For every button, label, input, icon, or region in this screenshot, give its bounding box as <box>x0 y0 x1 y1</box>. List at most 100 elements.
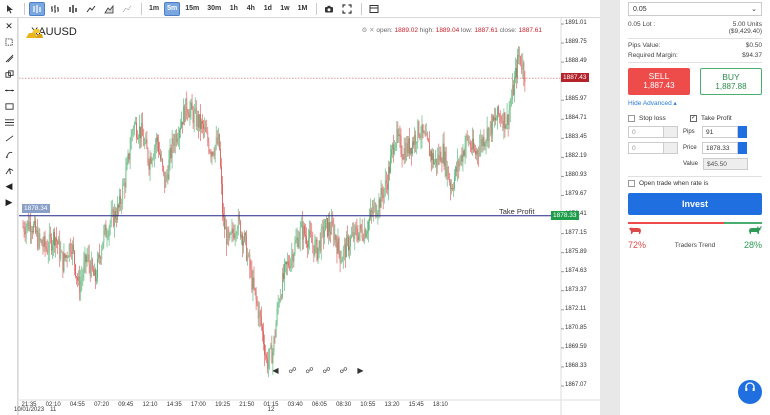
draw-right-icon[interactable]: ▶ <box>352 366 369 375</box>
buy-button[interactable]: BUY 1,887.88 <box>700 68 762 95</box>
ohlc-chart-icon[interactable] <box>47 2 63 16</box>
timeframe-5m[interactable]: 5m <box>164 1 181 16</box>
price-label: Price <box>683 145 697 152</box>
draw-channel-icon[interactable]: ☍ <box>318 366 335 375</box>
candle-body <box>263 331 264 345</box>
price-chart[interactable]: XAUUSD ⚙ ✕ open: 1889.02 high: 1889.04 l… <box>14 18 600 415</box>
candle-body <box>119 195 120 208</box>
margin-label: Required Margin: <box>628 52 678 59</box>
settings-icon[interactable]: ⚙ ✕ <box>361 27 376 34</box>
candle-body <box>99 254 100 258</box>
timeframe-15m[interactable]: 15m <box>182 2 202 16</box>
candle-body <box>442 143 444 163</box>
candle-body <box>497 106 498 120</box>
draw-fib-icon[interactable]: ☍ <box>284 366 301 375</box>
stop-loss-price-stepper[interactable] <box>664 142 678 155</box>
open-when-rate-option[interactable]: Open trade when rate is <box>628 180 762 187</box>
channel-icon[interactable] <box>0 114 18 130</box>
open-when-rate-checkbox[interactable] <box>628 180 635 188</box>
timeframe-1d[interactable]: 1d <box>260 2 275 16</box>
candle-body <box>488 127 490 142</box>
candle-body <box>68 244 70 258</box>
pointer-icon[interactable] <box>2 2 18 16</box>
candle-body <box>403 147 405 160</box>
camera-icon[interactable] <box>321 2 337 16</box>
stop-loss-pips-input[interactable]: 0 <box>628 126 664 139</box>
candle-body <box>117 204 118 220</box>
draw-left-icon[interactable]: ◀ <box>267 366 284 375</box>
amount-select[interactable]: 0.05 ⌄ <box>628 2 762 16</box>
take-profit-price-tag[interactable]: 1878.33 <box>551 210 579 220</box>
take-profit-pips-stepper[interactable] <box>738 126 747 139</box>
take-profit-option[interactable]: ✓ Take Profit <box>690 115 732 122</box>
candle-body <box>361 229 363 238</box>
dots-chart-icon[interactable] <box>119 2 135 16</box>
candle-body <box>110 212 112 223</box>
timeframe-1M[interactable]: 1M <box>295 2 311 16</box>
take-profit-price-input[interactable]: 1878.33 <box>702 142 738 155</box>
line-chart-icon[interactable] <box>83 2 99 16</box>
candle-body <box>287 261 288 265</box>
take-profit-price-stepper[interactable] <box>738 142 747 155</box>
candle-body <box>353 231 355 239</box>
rectangle-icon[interactable] <box>0 98 18 114</box>
candle-body <box>349 246 350 251</box>
stop-loss-pips-stepper[interactable] <box>664 126 678 139</box>
timeframe-30m[interactable]: 30m <box>204 2 224 16</box>
timeframe-1m[interactable]: 1m <box>146 2 162 16</box>
draw-line-icon[interactable]: ☍ <box>301 366 318 375</box>
horizontal-line-icon[interactable] <box>0 82 18 98</box>
take-profit-pips-input[interactable]: 91 <box>702 126 738 139</box>
arrow-left-icon[interactable]: ◀ <box>0 178 18 194</box>
candle-body <box>30 221 31 233</box>
take-profit-left-marker[interactable]: 1878.34 <box>22 204 50 213</box>
candle-body <box>516 68 517 78</box>
candle-body <box>289 265 291 269</box>
draw-pitch-icon[interactable]: ☍ <box>335 366 352 375</box>
candle-body <box>258 311 260 319</box>
sell-button[interactable]: SELL 1,887.43 <box>628 68 690 95</box>
pitchfork-icon[interactable] <box>0 162 18 178</box>
support-chat-button[interactable] <box>738 380 762 404</box>
high-label: high: <box>419 27 434 34</box>
buy-label: BUY <box>722 72 740 82</box>
stop-loss-price-input[interactable]: 0 <box>628 142 664 155</box>
fullscreen-icon[interactable] <box>339 2 355 16</box>
candle-body <box>307 243 308 248</box>
timeframe-1h[interactable]: 1h <box>226 2 241 16</box>
timeframe-1w[interactable]: 1w <box>277 2 292 16</box>
stop-loss-checkbox[interactable] <box>628 115 635 122</box>
candle-body <box>510 99 512 105</box>
panel-toggle-icon[interactable] <box>366 2 382 16</box>
candle-body <box>333 224 335 240</box>
candle-body <box>450 182 451 190</box>
trend-line-icon[interactable] <box>0 130 18 146</box>
amount-value: 0.05 <box>633 5 647 13</box>
zoom-select-icon[interactable] <box>0 34 18 50</box>
candle-chart-icon[interactable] <box>29 1 45 16</box>
hide-advanced-link[interactable]: Hide Advanced ▴ <box>628 99 762 107</box>
candle-body <box>157 137 158 143</box>
bar-chart-icon[interactable] <box>65 2 81 16</box>
take-profit-checkbox[interactable]: ✓ <box>690 115 697 122</box>
candle-body <box>472 138 473 150</box>
candle-body <box>233 233 235 239</box>
fibonacci-icon[interactable] <box>0 146 18 162</box>
pips-value: $0.50 <box>745 42 762 49</box>
clone-icon[interactable] <box>0 66 18 82</box>
candle-body <box>359 224 361 233</box>
arrow-right-icon[interactable]: ▶ <box>0 194 18 210</box>
timeframe-4h[interactable]: 4h <box>243 2 258 16</box>
mountain-chart-icon[interactable] <box>101 2 117 16</box>
high-value: 1889.04 <box>435 27 460 34</box>
close-icon[interactable]: ✕ <box>0 18 18 34</box>
measure-icon[interactable] <box>0 50 18 66</box>
candle-body <box>354 226 356 239</box>
candle-body <box>310 230 312 235</box>
candle-body <box>84 254 86 263</box>
candle-body <box>515 68 516 78</box>
chart-canvas[interactable] <box>19 18 600 415</box>
stop-loss-option[interactable]: Stop loss <box>628 115 690 122</box>
invest-button[interactable]: Invest <box>628 193 762 216</box>
candle-body <box>49 234 51 238</box>
